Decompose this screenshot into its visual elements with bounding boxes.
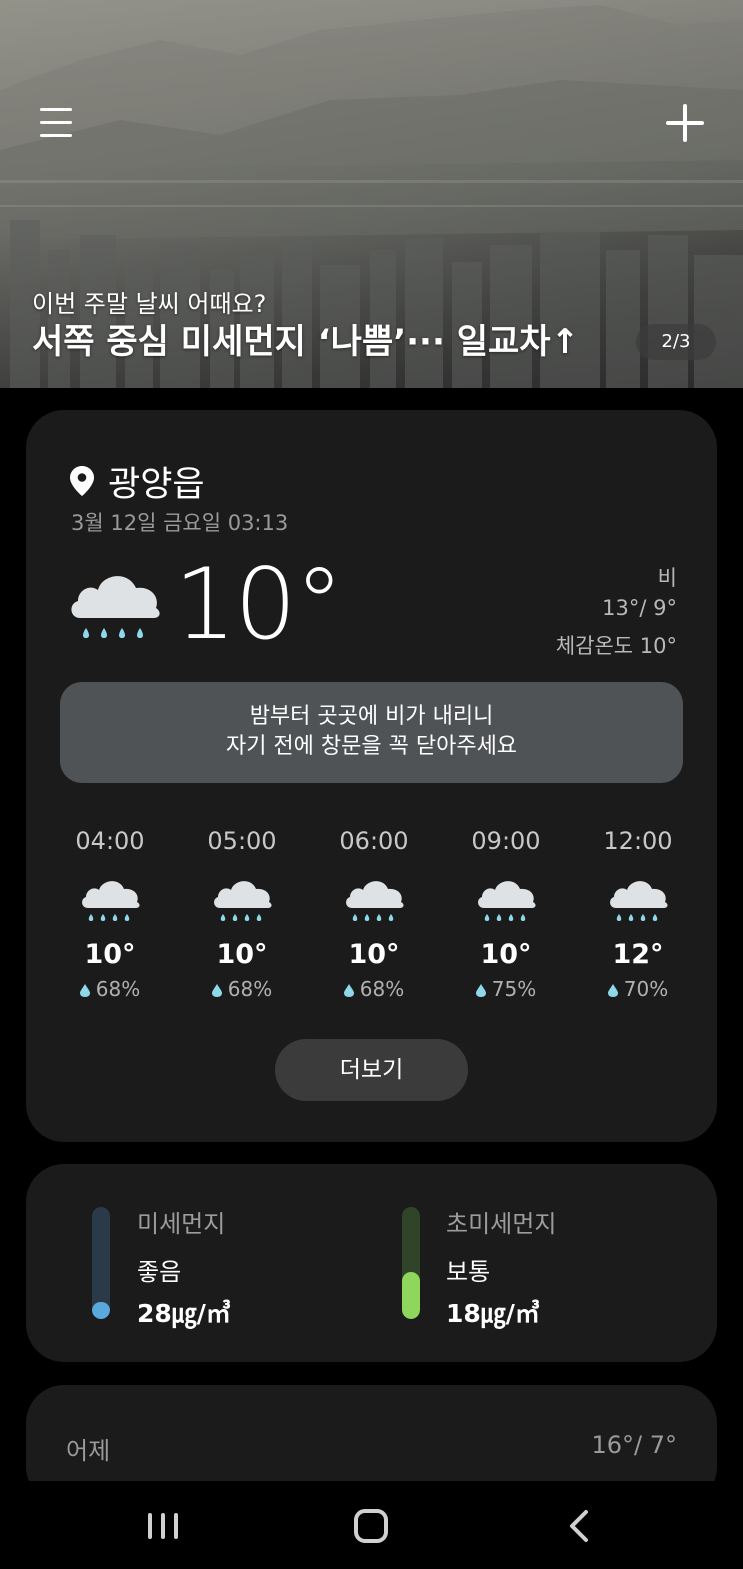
precip-value: 75%: [491, 977, 537, 1001]
hourly-item: 05:00 10° 68%: [176, 824, 308, 1002]
hour-time: 06:00: [339, 827, 409, 855]
pm10-level-fill: [92, 1302, 110, 1319]
back-button[interactable]: [566, 1509, 592, 1543]
pm25-label: 초미세먼지: [446, 1210, 557, 1238]
location-name[interactable]: 광양읍: [108, 456, 205, 507]
hour-time: 05:00: [207, 827, 277, 855]
rain-cloud-icon: [82, 881, 140, 921]
precip-value: 68%: [227, 977, 273, 1001]
raindrop-icon: [343, 984, 354, 997]
system-navigation-bar: [0, 1481, 743, 1569]
pm10-label: 미세먼지: [137, 1210, 226, 1238]
weather-notice: 밤부터 곳곳에 비가 내리니 자기 전에 창문을 꼭 닫아주세요: [60, 682, 683, 783]
current-weather-card: 광양읍 3월 12일 금요일 03:13 10° 비 13°/ 9° 체감온도 …: [26, 410, 717, 1142]
hour-temperature: 10°: [84, 939, 136, 970]
hour-time: 12:00: [603, 827, 673, 855]
hour-time: 09:00: [471, 827, 541, 855]
recent-apps-icon: [148, 1513, 152, 1539]
rain-cloud-icon: [71, 576, 160, 638]
more-button[interactable]: 더보기: [275, 1039, 468, 1101]
location-pin-icon: [70, 466, 94, 496]
notice-line-1: 밤부터 곳곳에 비가 내리니: [249, 704, 494, 729]
hour-precipitation: 68%: [308, 976, 440, 1002]
precip-value: 70%: [623, 977, 669, 1001]
banner-pager: 2/3: [636, 324, 716, 360]
weather-condition: 비: [657, 566, 677, 590]
pm10-item: 미세먼지 좋음 28㎍/㎥: [26, 1164, 371, 1362]
pm25-level-fill: [402, 1272, 420, 1319]
hour-temperature: 12°: [612, 939, 664, 970]
yesterday-label: 어제: [66, 1437, 111, 1465]
hour-time: 04:00: [75, 827, 145, 855]
home-button[interactable]: [354, 1509, 388, 1543]
current-datetime: 3월 12일 금요일 03:13: [71, 511, 289, 535]
rain-cloud-icon: [478, 881, 536, 921]
current-temperature: 10°: [174, 548, 344, 662]
rain-cloud-icon: [214, 881, 272, 921]
hour-temperature: 10°: [348, 939, 400, 970]
hourly-item: 12:00 12° 70%: [572, 824, 704, 1002]
pm10-level-bar: [92, 1207, 110, 1319]
news-banner[interactable]: 이번 주말 날씨 어때요? 서쪽 중심 미세먼지 ‘나쁨’··· 일교차↑ 2/…: [0, 0, 743, 388]
raindrop-icon: [211, 984, 222, 997]
raindrop-icon: [475, 984, 486, 997]
high-low-temperature: 13°/ 9°: [602, 596, 677, 620]
pm25-item: 초미세먼지 보통 18㎍/㎥: [371, 1164, 717, 1362]
rain-cloud-icon: [610, 881, 668, 921]
recent-apps-button[interactable]: [146, 1511, 180, 1541]
menu-button[interactable]: [38, 104, 78, 140]
menu-icon: [40, 108, 72, 111]
hour-precipitation: 68%: [176, 976, 308, 1002]
hourly-item: 09:00 10° 75%: [440, 824, 572, 1002]
banner-headline: 서쪽 중심 미세먼지 ‘나쁨’··· 일교차↑: [32, 322, 580, 362]
precip-value: 68%: [359, 977, 405, 1001]
hour-precipitation: 75%: [440, 976, 572, 1002]
notice-line-2: 자기 전에 창문을 꼭 닫아주세요: [225, 734, 518, 759]
feels-like-temperature: 체감온도 10°: [555, 634, 677, 658]
hour-precipitation: 68%: [44, 976, 176, 1002]
hourly-forecast[interactable]: 04:00 10° 68% 05:00 10° 68% 06:00 10° 68…: [44, 824, 704, 1014]
raindrop-icon: [79, 984, 90, 997]
hour-temperature: 10°: [216, 939, 268, 970]
pm25-value: 18㎍/㎥: [446, 1299, 540, 1328]
hourly-item: 06:00 10° 68%: [308, 824, 440, 1002]
pm10-value: 28㎍/㎥: [137, 1299, 231, 1328]
pm25-level-bar: [402, 1207, 420, 1319]
rain-cloud-icon: [346, 881, 404, 921]
precip-value: 68%: [95, 977, 141, 1001]
air-quality-card[interactable]: 미세먼지 좋음 28㎍/㎥ 초미세먼지 보통 18㎍/㎥: [26, 1164, 717, 1362]
hour-temperature: 10°: [480, 939, 532, 970]
raindrop-icon: [607, 984, 618, 997]
pm25-status: 보통: [446, 1258, 491, 1286]
hour-precipitation: 70%: [572, 976, 704, 1002]
add-location-button[interactable]: [664, 102, 706, 144]
hourly-item: 04:00 10° 68%: [44, 824, 176, 1002]
yesterday-high-low: 16°/ 7°: [591, 1431, 677, 1459]
pm10-status: 좋음: [137, 1258, 182, 1286]
